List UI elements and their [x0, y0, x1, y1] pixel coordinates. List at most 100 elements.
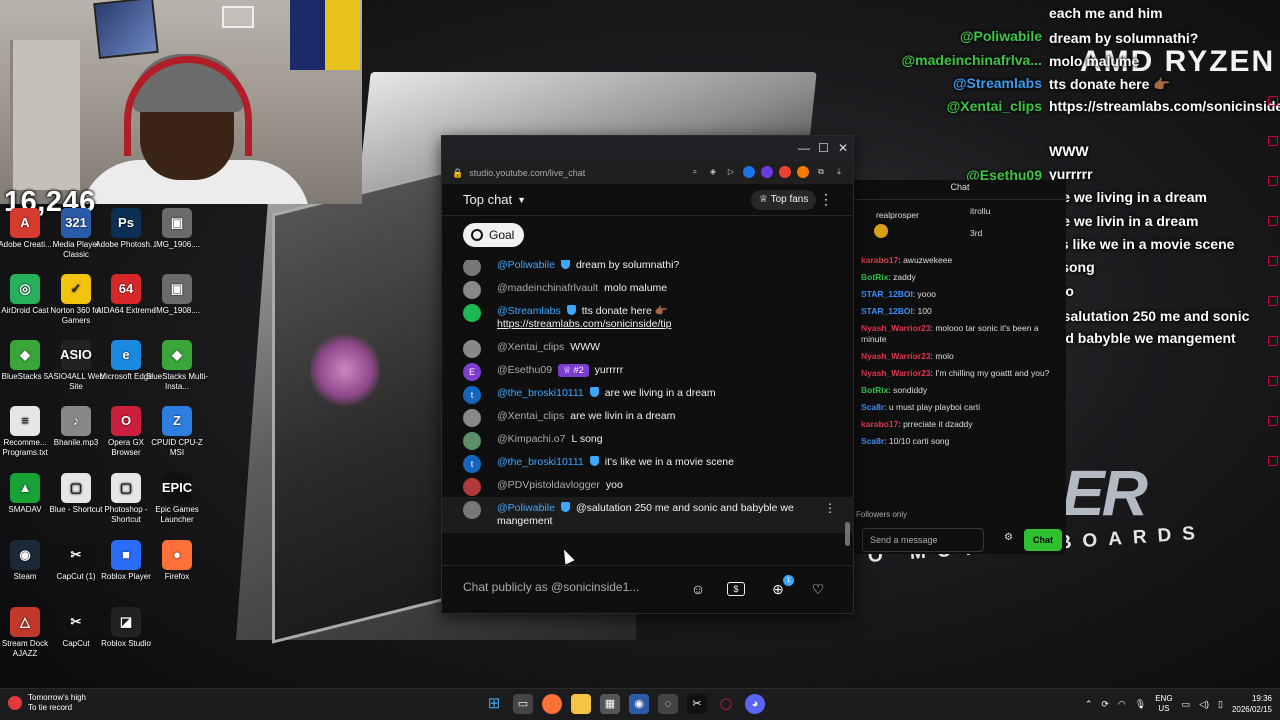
avatar[interactable] [463, 340, 481, 358]
webcam-flag [290, 0, 360, 70]
monitor-icon[interactable]: ▭ [1182, 699, 1191, 710]
chat-message[interactable]: t @the_broski10111 it's like we in a movie… [442, 451, 854, 474]
chat-message[interactable]: @Kimpachi.o7 L song [442, 428, 854, 451]
chat-message[interactable]: @Xentai_clips WWW [442, 336, 854, 359]
heart-icon[interactable]: ♡ [807, 578, 829, 600]
top-chat-dropdown[interactable]: Top chat [463, 192, 512, 207]
chat-message[interactable]: @Streamlabs tts donate here 👉🏾 https://st… [442, 300, 854, 336]
avatar[interactable] [463, 432, 481, 450]
desktop-icon[interactable]: EPIC Epic Games Launcher [146, 473, 208, 525]
minimize-icon[interactable]: — [798, 141, 810, 155]
chat-input[interactable]: Chat publicly as @sonicinside1... [463, 580, 639, 594]
desktop-icon[interactable]: ▣ IMG_1908.... [146, 274, 208, 316]
app-icon: Ps [111, 208, 141, 238]
avatar[interactable] [463, 409, 481, 427]
top-fans-button[interactable]: ♕ Top fans [751, 190, 817, 210]
chevron-up-icon[interactable]: ⌃ [1085, 699, 1093, 710]
task-view-icon[interactable]: ▭ [513, 694, 533, 714]
avatar[interactable] [463, 304, 481, 322]
chat-author[interactable]: @Esethu09 [497, 364, 552, 376]
shield-icon[interactable]: ◈ [707, 166, 719, 178]
language-indicator[interactable]: ENG US [1155, 694, 1172, 714]
app-icon: ◪ [111, 607, 141, 637]
battery-icon[interactable]: ▯ [1218, 699, 1223, 710]
extension-icon[interactable] [761, 166, 773, 178]
avatar[interactable] [463, 478, 481, 496]
volume-icon[interactable]: ◁) [1199, 699, 1209, 710]
close-icon[interactable]: ✕ [838, 141, 848, 155]
puzzle-icon[interactable]: ⧉ [815, 166, 827, 178]
mini-chat-send-button[interactable]: Chat [1024, 529, 1062, 551]
network-icon[interactable]: ⟳ [1101, 699, 1109, 710]
desktop-icon[interactable]: ◪ Roblox Studio [95, 607, 157, 649]
chat-author[interactable]: @the_broski10111 [497, 387, 584, 399]
chat-link[interactable]: https://streamlabs.com/sonicinside/tip [497, 318, 672, 330]
maximize-icon[interactable]: ☐ [818, 141, 829, 155]
app-icon: e [111, 340, 141, 370]
chat-author[interactable]: @the_broski10111 [497, 456, 584, 468]
zoom-icon[interactable]: ⌕ [689, 166, 701, 178]
weather-widget[interactable]: Tomorrow's high To tie record [8, 693, 86, 713]
avatar[interactable] [463, 260, 481, 276]
scrollbar-thumb[interactable] [845, 522, 850, 546]
chat-message[interactable]: @Xentai_clips are we livin in a dream [442, 405, 854, 428]
chevron-down-icon[interactable]: ▼ [517, 195, 526, 205]
super-chat-icon[interactable]: $ [727, 582, 745, 596]
desktop-icon[interactable]: ● Firefox [146, 540, 208, 582]
mini-chat-input[interactable]: Send a message [862, 528, 984, 552]
chat-header: Top chat ▼ ♕ Top fans ⋮ [442, 184, 853, 216]
avatar[interactable]: t [463, 455, 481, 473]
chat-message[interactable]: @PDVpistoldavlogger yoo [442, 474, 854, 497]
download-icon[interactable]: ⤓ [833, 166, 845, 178]
extension-icon[interactable] [797, 166, 809, 178]
goal-button[interactable]: Goal [463, 223, 525, 247]
gear-icon[interactable]: ⚙ [1004, 532, 1013, 543]
screen: O MOTHERBOARDS ER AMD RYZEN 16,246 AAdob… [0, 0, 1280, 720]
extension-icon[interactable] [779, 166, 791, 178]
emoji-icon[interactable]: ☺ [687, 578, 709, 600]
mini-chat-text: sondiddy [893, 385, 928, 395]
chat-author[interactable]: @Poliwabile [497, 260, 555, 271]
avatar[interactable]: t [463, 386, 481, 404]
app-icon[interactable]: ◉ [629, 694, 649, 714]
chat-text: are we living in a dream [604, 387, 716, 399]
windows-start-icon[interactable]: ⊞ [484, 694, 504, 714]
chat-author[interactable]: @madeinchinafrlvault [497, 282, 598, 294]
discord-icon[interactable]: ◕ [745, 694, 765, 714]
more-options-icon[interactable]: ⋮ [819, 191, 833, 208]
chat-message-list[interactable]: @Poliwabile dream by solumnathi? @madeinch… [442, 260, 854, 568]
address-bar[interactable]: 🔒 studio.youtube.com/live_chat ⌕ ◈ ▷ ⧉ ⤓ [442, 162, 853, 184]
app-icon[interactable]: ▦ [600, 694, 620, 714]
firefox-icon[interactable] [542, 694, 562, 714]
chat-author[interactable]: @PDVpistoldavlogger [497, 479, 600, 491]
play-icon[interactable]: ▷ [725, 166, 737, 178]
webcam-feed [0, 0, 362, 204]
capcut-icon[interactable]: ✂ [687, 694, 707, 714]
message-options-icon[interactable]: ⋮ [824, 502, 836, 515]
webcam-poster [93, 0, 159, 59]
wifi-icon[interactable]: ◠ [1118, 699, 1126, 710]
chat-message[interactable]: E @Esethu09 ♕ #2 yurrrrr [442, 359, 854, 382]
file-explorer-icon[interactable] [571, 694, 591, 714]
chat-author[interactable]: @Streamlabs [497, 305, 561, 317]
chat-message[interactable]: t @the_broski10111 are we living in a drea… [442, 382, 854, 405]
chat-message[interactable]: @Poliwabile @salutation 250 me and sonic … [442, 497, 854, 533]
desktop-icon[interactable]: Z CPUID CPU-Z MSI [146, 406, 208, 458]
app-icon[interactable]: ◌ [658, 694, 678, 714]
avatar[interactable] [463, 281, 481, 299]
opera-gx-icon[interactable]: ◯ [716, 694, 736, 714]
desktop-icon[interactable]: ▣ IMG_1906.... [146, 208, 208, 250]
chat-scrollbar[interactable] [845, 260, 850, 568]
microphone-icon[interactable]: 🎙 [1135, 699, 1146, 710]
extension-icon[interactable] [743, 166, 755, 178]
clock[interactable]: 19:36 2026/02/15 [1232, 693, 1272, 715]
avatar[interactable]: E [463, 363, 481, 381]
chat-author[interactable]: @Poliwabile [497, 502, 555, 514]
avatar[interactable] [463, 501, 481, 519]
chat-author[interactable]: @Xentai_clips [497, 410, 564, 422]
chat-message[interactable]: @Poliwabile dream by solumnathi? [442, 260, 854, 277]
chat-message[interactable]: @madeinchinafrlvault molo malume [442, 277, 854, 300]
chat-author[interactable]: @Xentai_clips [497, 341, 564, 353]
desktop-icon[interactable]: ◆ BlueStacks Multi-Insta... [146, 340, 208, 392]
chat-author[interactable]: @Kimpachi.o7 [497, 433, 565, 445]
